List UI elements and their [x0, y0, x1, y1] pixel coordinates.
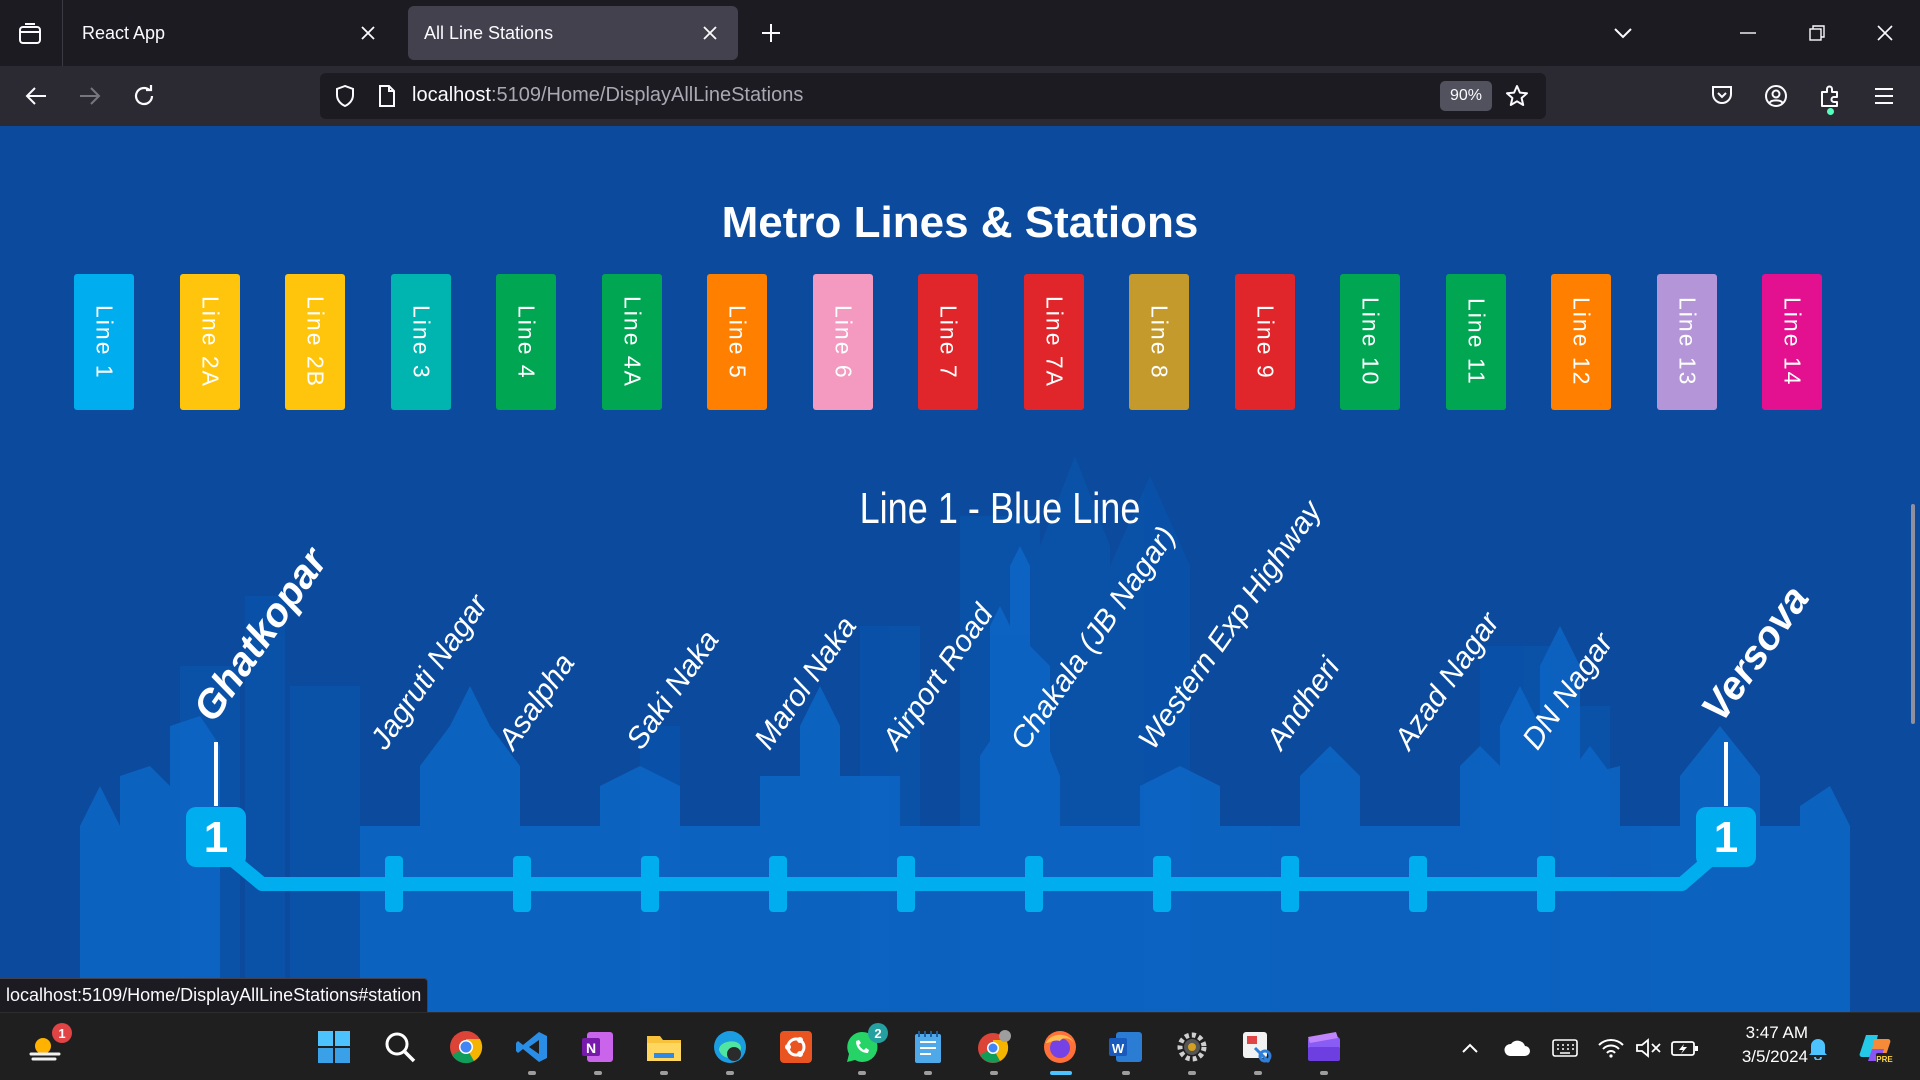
page-scrollbar-thumb[interactable] — [1911, 504, 1915, 724]
active-indicator — [1050, 1071, 1072, 1075]
list-all-tabs-button[interactable] — [1605, 16, 1641, 50]
tab-list-icon[interactable] — [14, 18, 46, 50]
station-marker[interactable] — [1025, 856, 1043, 912]
file-explorer-icon[interactable] — [644, 1027, 684, 1075]
reload-button[interactable] — [126, 78, 162, 114]
windows-taskbar: 1 N 2 W 3:47 AM 3/5/2024 PRE — [0, 1012, 1920, 1080]
system-clock[interactable]: 3:47 AM 3/5/2024 — [1718, 1021, 1808, 1069]
status-link-tooltip: localhost:5109/Home/DisplayAllLineStatio… — [0, 978, 429, 1012]
tab-bar: React App All Line Stations — [0, 0, 1920, 66]
running-indicator — [924, 1071, 932, 1075]
running-indicator — [990, 1071, 998, 1075]
onedrive-cloud-icon[interactable] — [1502, 1033, 1532, 1063]
pocket-icon[interactable] — [1704, 78, 1740, 114]
ubuntu-icon[interactable] — [776, 1027, 816, 1067]
bookmark-star-icon[interactable] — [1502, 81, 1532, 111]
url-host: localhost — [412, 84, 491, 106]
station-marker[interactable] — [769, 856, 787, 912]
svg-text:PRE: PRE — [1876, 1055, 1893, 1064]
page-viewport: Metro Lines & Stations Line 1 Line 2A Line… — [0, 126, 1920, 1012]
navigation-toolbar: localhost:5109/Home/DisplayAllLineStatio… — [0, 66, 1920, 126]
clock-time: 3:47 AM — [1745, 1023, 1808, 1042]
line-badge-number: 1 — [204, 813, 228, 862]
running-indicator — [1254, 1071, 1262, 1075]
firefox-icon[interactable] — [1040, 1027, 1080, 1075]
running-indicator — [858, 1071, 866, 1075]
line-badge-number: 1 — [1714, 813, 1738, 862]
account-icon[interactable] — [1758, 78, 1794, 114]
running-indicator — [1122, 1071, 1130, 1075]
svg-text:W: W — [1112, 1041, 1125, 1056]
tab-react-app[interactable]: React App — [66, 6, 396, 60]
weather-badge: 1 — [52, 1023, 72, 1043]
vscode-icon[interactable] — [512, 1027, 552, 1075]
minimize-button[interactable] — [1730, 16, 1766, 50]
station-marker[interactable] — [385, 856, 403, 912]
station-marker[interactable] — [1281, 856, 1299, 912]
close-window-button[interactable] — [1867, 16, 1903, 50]
volume-muted-icon[interactable] — [1634, 1033, 1664, 1063]
url-text[interactable]: localhost:5109/Home/DisplayAllLineStatio… — [412, 84, 803, 107]
tab-close-icon[interactable] — [698, 21, 722, 45]
svg-text:N: N — [586, 1040, 596, 1056]
settings-gear-icon[interactable] — [1172, 1027, 1212, 1075]
onenote-icon[interactable]: N — [578, 1027, 618, 1075]
tab-all-line-stations[interactable]: All Line Stations — [408, 6, 738, 60]
whatsapp-icon[interactable]: 2 — [842, 1023, 888, 1075]
tabbar-separator — [62, 0, 63, 66]
extensions-icon[interactable] — [1812, 78, 1848, 115]
copilot-icon[interactable]: PRE — [1856, 1033, 1896, 1064]
word-icon[interactable]: W — [1106, 1027, 1146, 1075]
clipchamp-icon[interactable] — [1304, 1027, 1344, 1075]
station-marker[interactable] — [1537, 856, 1555, 912]
station-marker[interactable] — [1409, 856, 1427, 912]
weather-widget-icon[interactable]: 1 — [26, 1023, 72, 1067]
search-icon[interactable] — [380, 1027, 420, 1067]
tab-title: React App — [82, 22, 166, 43]
whatsapp-badge: 2 — [868, 1023, 888, 1043]
restore-button[interactable] — [1799, 16, 1835, 50]
station-marker[interactable] — [641, 856, 659, 912]
running-indicator — [726, 1071, 734, 1075]
wifi-icon[interactable] — [1596, 1033, 1626, 1063]
chrome-profile-icon[interactable] — [974, 1027, 1014, 1075]
terminal-end-badge[interactable]: 1 — [1696, 807, 1756, 867]
snipping-tool-icon[interactable] — [1238, 1027, 1278, 1075]
start-windows-icon[interactable] — [314, 1027, 354, 1067]
back-button[interactable] — [18, 78, 54, 114]
running-indicator — [660, 1071, 668, 1075]
url-bar[interactable]: localhost:5109/Home/DisplayAllLineStatio… — [320, 73, 1546, 119]
edge-icon[interactable] — [710, 1027, 750, 1075]
battery-charging-icon[interactable] — [1670, 1033, 1700, 1063]
tab-title: All Line Stations — [424, 22, 554, 43]
forward-button[interactable] — [72, 78, 108, 114]
tab-close-icon[interactable] — [356, 21, 380, 45]
running-indicator — [1320, 1071, 1328, 1075]
url-path: :5109/Home/DisplayAllLineStations — [490, 84, 804, 106]
page-info-icon[interactable] — [372, 81, 402, 111]
running-indicator — [1188, 1071, 1196, 1075]
clock-date: 3/5/2024 — [1741, 1047, 1808, 1066]
tracking-protection-shield-icon[interactable] — [330, 81, 360, 111]
notification-bell-icon[interactable] — [1803, 1033, 1833, 1063]
station-marker[interactable] — [1153, 856, 1171, 912]
running-indicator — [528, 1071, 536, 1075]
menu-icon[interactable] — [1866, 78, 1902, 114]
extension-notification-dot — [1827, 108, 1834, 115]
notepad-icon[interactable] — [908, 1027, 948, 1075]
chrome-icon[interactable] — [446, 1027, 486, 1067]
terminal-start-badge[interactable]: 1 — [186, 807, 246, 867]
station-marker[interactable] — [513, 856, 531, 912]
show-hidden-icons-chevron-up-icon[interactable] — [1455, 1033, 1485, 1063]
keyboard-icon[interactable] — [1550, 1033, 1580, 1063]
route-line — [211, 840, 1731, 891]
running-indicator — [594, 1071, 602, 1075]
new-tab-button[interactable] — [754, 16, 788, 50]
station-marker[interactable] — [897, 856, 915, 912]
zoom-level-button[interactable]: 90% — [1440, 81, 1493, 111]
